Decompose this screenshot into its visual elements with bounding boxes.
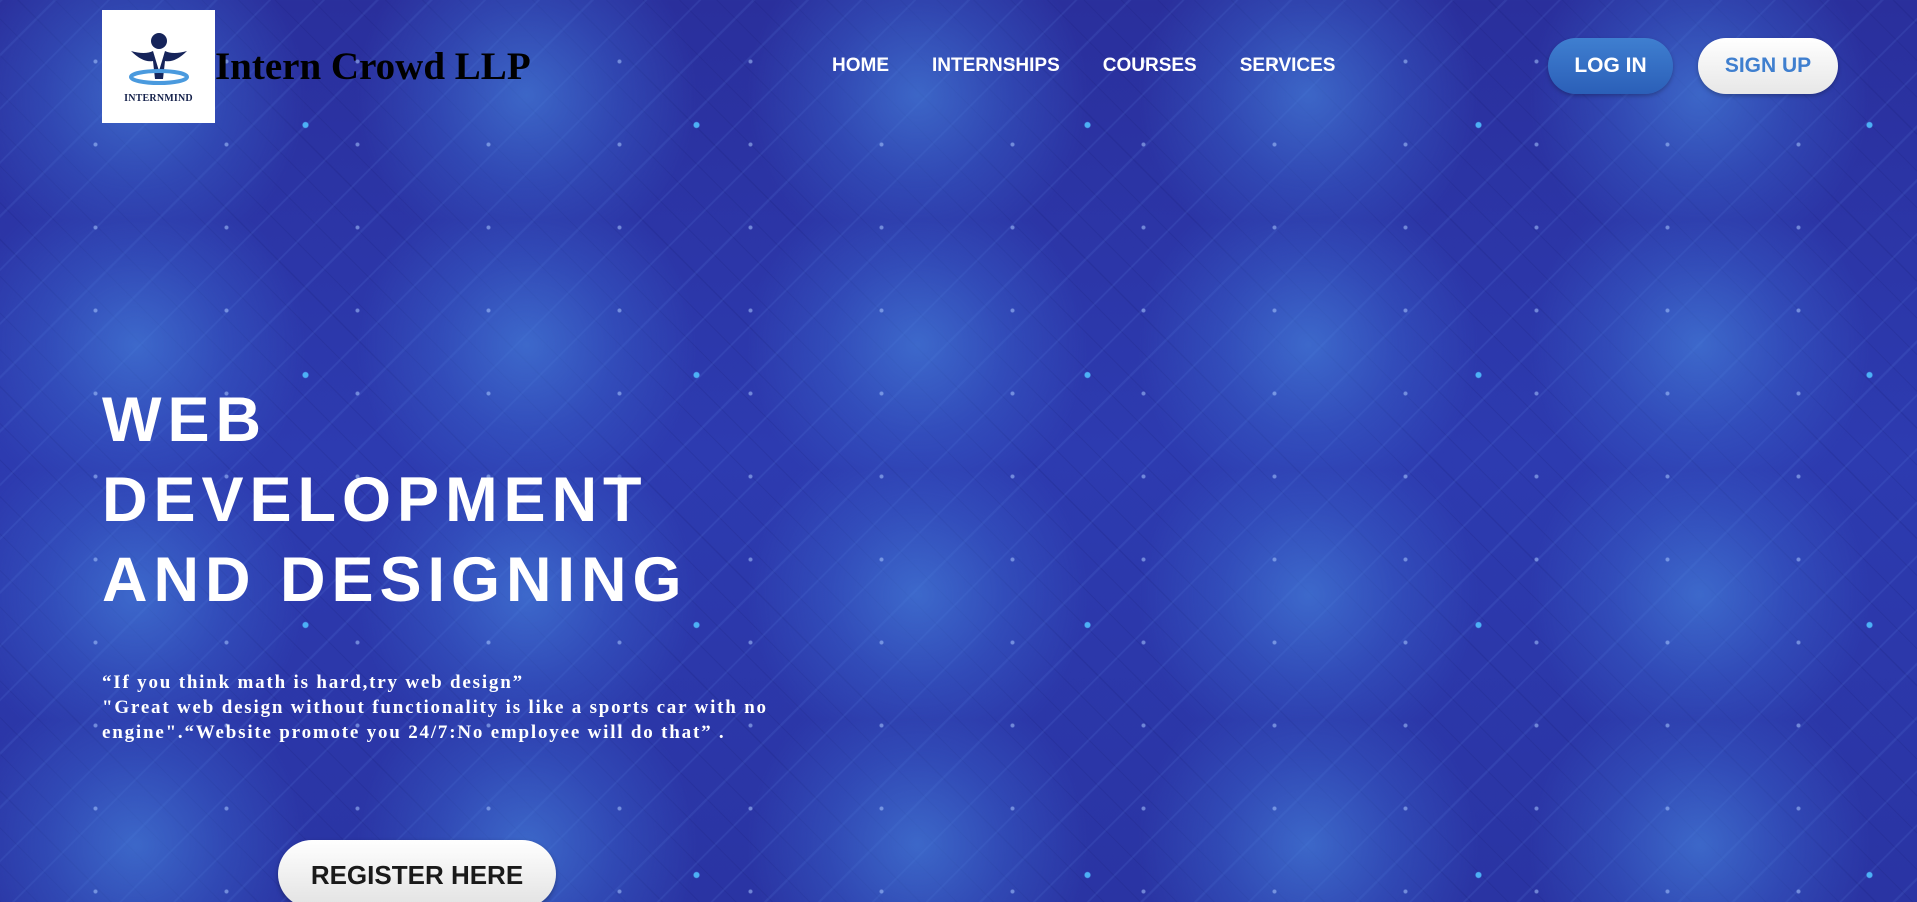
logo[interactable]: INTERNMIND	[102, 10, 215, 123]
signup-button[interactable]: SIGN UP	[1698, 38, 1838, 94]
nav-home[interactable]: HOME	[832, 55, 889, 77]
register-button[interactable]: REGISTER HERE	[278, 840, 556, 902]
nav-courses[interactable]: COURSES	[1103, 55, 1197, 77]
logo-text: INTERNMIND	[124, 93, 193, 104]
quote-line: "Great web design without functionality …	[102, 697, 768, 743]
nav-services[interactable]: SERVICES	[1240, 55, 1336, 77]
login-button[interactable]: LOG IN	[1548, 38, 1673, 94]
quote-line: “If you think math is hard,try web desig…	[102, 672, 524, 693]
hero-title-line: AND DESIGNING	[102, 545, 688, 615]
hero-title: WEB DEVELOPMENT AND DESIGNING	[102, 380, 688, 620]
site-header: INTERNMIND Intern Crowd LLP HOME INTERNS…	[0, 0, 1917, 130]
hero-title-line: WEB	[102, 385, 267, 455]
hero-title-line: DEVELOPMENT	[102, 465, 648, 535]
nav-internships[interactable]: INTERNSHIPS	[932, 55, 1060, 77]
brand-name[interactable]: Intern Crowd LLP	[215, 44, 531, 89]
hero-quotes: “If you think math is hard,try web desig…	[102, 670, 862, 745]
person-logo-icon	[128, 33, 189, 85]
main-nav: HOME INTERNSHIPS COURSES SERVICES	[832, 55, 1378, 77]
